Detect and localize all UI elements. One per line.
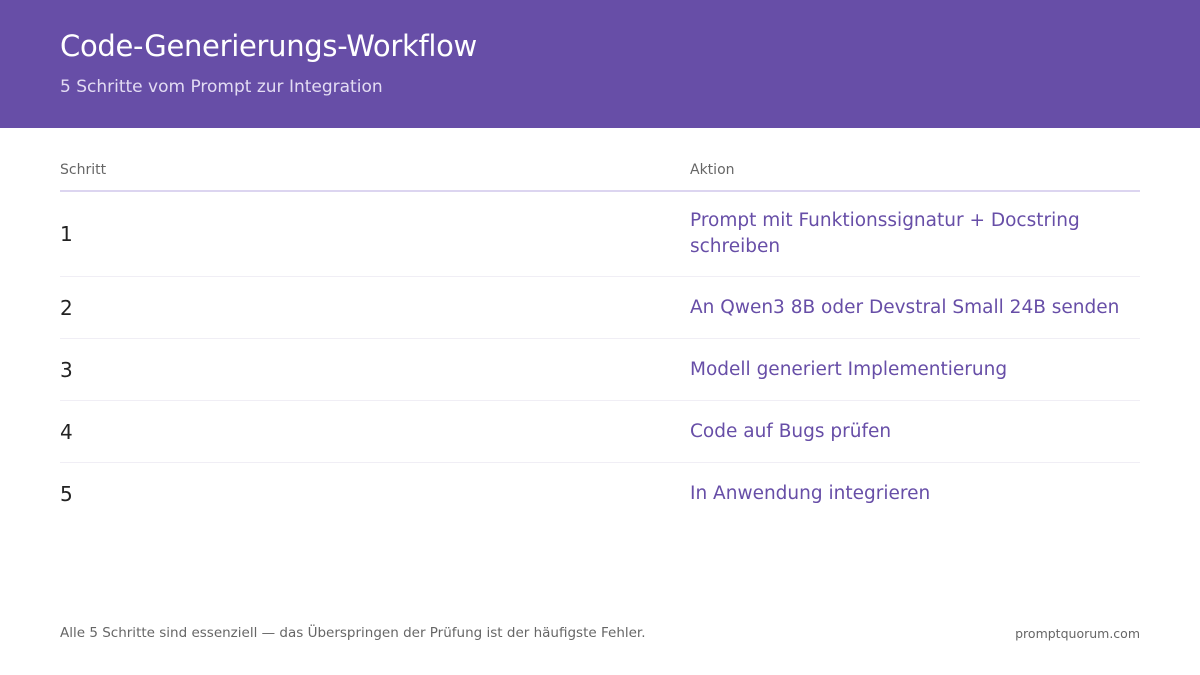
table-row: 3 Modell generiert Implementierung	[60, 339, 1140, 401]
table-row: 4 Code auf Bugs prüfen	[60, 401, 1140, 463]
step-action: Prompt mit Funktionssignatur + Docstring…	[690, 210, 1080, 257]
step-number: 4	[60, 419, 73, 444]
column-header-step: Schritt	[60, 162, 107, 178]
step-action: Code auf Bugs prüfen	[690, 420, 892, 442]
step-number: 2	[60, 295, 73, 320]
step-number: 1	[60, 222, 73, 246]
step-action: Modell generiert Implementierung	[690, 358, 1008, 380]
header-banner: Code-Generierungs-Workflow 5 Schritte vo…	[0, 0, 1200, 128]
table-row: 1 Prompt mit Funktionssignatur + Docstri…	[60, 192, 1140, 277]
step-number: 5	[60, 481, 73, 506]
table-row: 5 In Anwendung integrieren	[60, 463, 1140, 524]
table-row: 2 An Qwen3 8B oder Devstral Small 24B se…	[60, 277, 1140, 339]
footer-brand: promptquorum.com	[1015, 626, 1140, 641]
page-subtitle: 5 Schritte vom Prompt zur Integration	[60, 77, 383, 97]
footer-note: Alle 5 Schritte sind essenziell — das Üb…	[60, 625, 646, 641]
page-title: Code-Generierungs-Workflow	[60, 29, 477, 63]
table-header: Schritt Aktion	[60, 152, 1140, 192]
workflow-table: Schritt Aktion 1 Prompt mit Funktionssig…	[60, 152, 1140, 524]
column-header-action: Aktion	[690, 162, 735, 178]
step-number: 3	[60, 357, 73, 382]
step-action: An Qwen3 8B oder Devstral Small 24B send…	[690, 296, 1120, 318]
step-action: In Anwendung integrieren	[690, 482, 931, 504]
